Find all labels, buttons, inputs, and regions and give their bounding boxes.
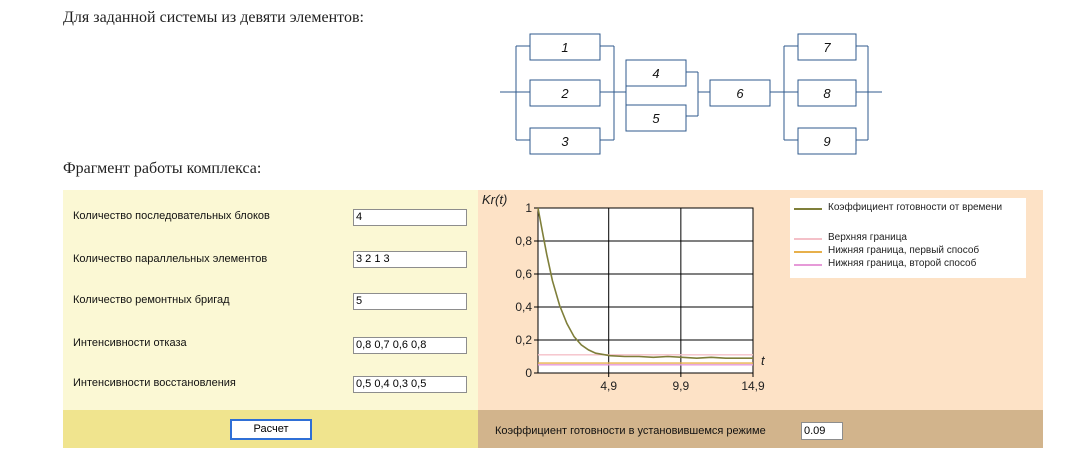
calculate-button[interactable]: Расчет	[230, 419, 312, 440]
legend-swatch-upper	[794, 238, 822, 240]
parallel-elements-input[interactable]: 3 2 1 3	[353, 251, 467, 268]
availability-chart: 00,20,40,60,814,9 9,9 14,9Kr(t)t	[482, 192, 766, 393]
repair-rates-label: Интенсивности восстановления	[73, 377, 236, 389]
steady-state-value: 0.09	[801, 422, 843, 440]
steady-state-label: Коэффициент готовности в установившемся …	[495, 425, 766, 437]
x-tick-label: 14,9	[741, 379, 765, 393]
element-6-label: 6	[736, 86, 744, 101]
legend-label-upper: Верхняя граница	[828, 232, 907, 243]
y-axis-label: Kr(t)	[482, 192, 507, 207]
plot-area	[537, 207, 754, 374]
chart-legend: Коэффициент готовности от времени Верхня…	[790, 198, 1026, 278]
serial-blocks-input[interactable]: 4	[353, 209, 467, 226]
repair-rates-input[interactable]: 0,5 0,4 0,3 0,5	[353, 376, 467, 393]
legend-item-main: Коэффициент готовности от времени	[794, 203, 1024, 225]
input-pane: Количество последовательных блоков 4 Кол…	[63, 190, 478, 410]
failure-rates-input[interactable]: 0,8 0,7 0,6 0,8	[353, 337, 467, 354]
system-heading: Для заданной системы из девяти элементов…	[63, 9, 364, 26]
repair-brigades-label: Количество ремонтных бригад	[73, 294, 230, 306]
x-tick-label: 9,9	[673, 379, 690, 393]
legend-label-lower-1: Нижняя граница, первый способ	[828, 245, 980, 256]
x-tick-label: 4,9	[600, 379, 617, 393]
element-3-label: 3	[561, 134, 569, 149]
legend-label-main: Коэффициент готовности от времени	[828, 202, 1003, 213]
x-axis-label: t	[761, 353, 766, 368]
element-1-label: 1	[561, 40, 568, 55]
element-2-label: 2	[560, 86, 569, 101]
legend-label-lower-2: Нижняя граница, второй способ	[828, 258, 977, 269]
legend-swatch-main	[794, 208, 822, 210]
y-tick-label: 1	[525, 201, 532, 215]
y-tick-label: 0,4	[515, 300, 532, 314]
repair-brigades-input[interactable]: 5	[353, 293, 467, 310]
parallel-elements-label: Количество параллельных элементов	[73, 253, 268, 265]
serial-blocks-label: Количество последовательных блоков	[73, 210, 270, 222]
y-tick-label: 0	[525, 366, 532, 380]
fragment-heading: Фрагмент работы комплекса:	[63, 160, 262, 177]
y-tick-label: 0,8	[515, 234, 532, 248]
reliability-block-diagram: 1 2 3 4 5 6 7 8 9	[500, 33, 882, 155]
element-5-label: 5	[652, 111, 660, 126]
element-8-label: 8	[823, 86, 831, 101]
legend-swatch-lower-2	[794, 264, 822, 266]
failure-rates-label: Интенсивности отказа	[73, 337, 187, 349]
element-7-label: 7	[823, 40, 831, 55]
legend-swatch-lower-1	[794, 251, 822, 253]
y-tick-label: 0,2	[515, 333, 532, 347]
element-4-label: 4	[652, 66, 659, 81]
element-9-label: 9	[823, 134, 830, 149]
calculator-panel: Количество последовательных блоков 4 Кол…	[63, 190, 1043, 448]
y-tick-label: 0,6	[515, 267, 532, 281]
